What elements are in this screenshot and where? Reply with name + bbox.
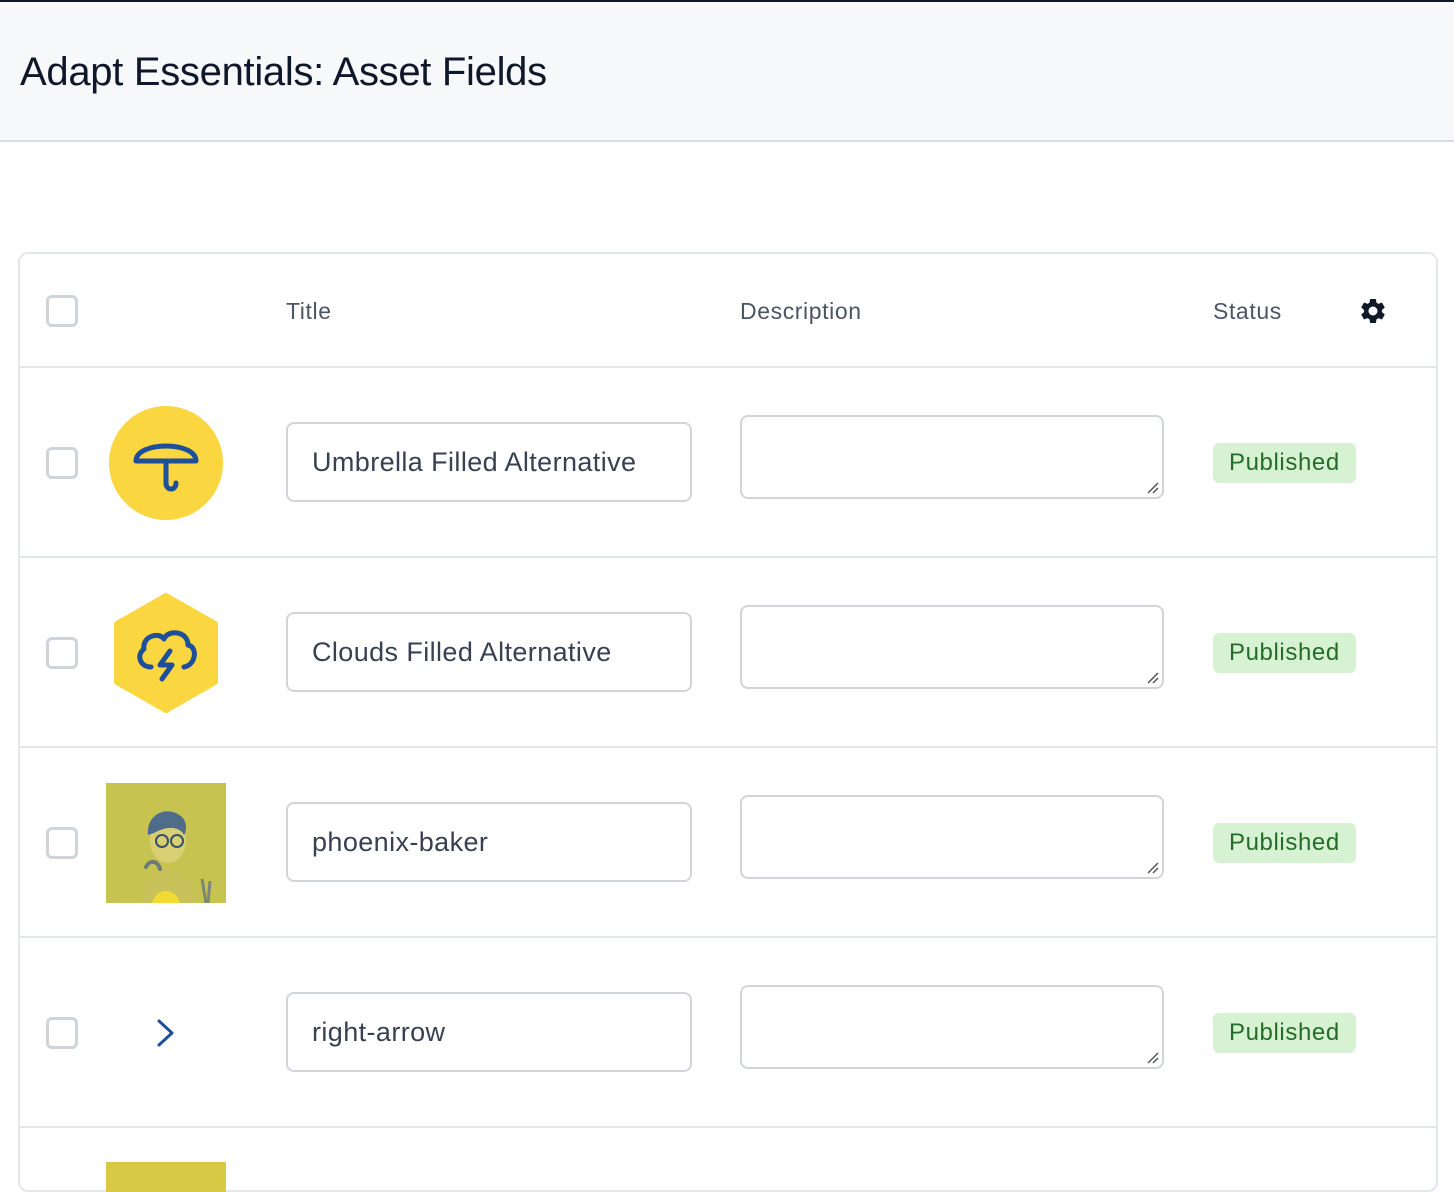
status-badge: Published [1213,443,1356,483]
assets-table: Title Description Status Published [18,252,1438,1192]
table-row: Published [20,938,1436,1128]
table-row: Published [20,368,1436,558]
row-checkbox[interactable] [46,637,78,669]
title-input[interactable] [286,802,692,882]
title-input[interactable] [286,422,692,502]
resize-handle-icon[interactable] [1145,670,1159,684]
gear-icon[interactable] [1358,296,1388,326]
table-row: Published [20,748,1436,938]
chevron-right-icon [157,1019,174,1047]
column-header-description: Description [740,298,862,324]
umbrella-icon [109,406,223,520]
column-header-status: Status [1213,298,1282,324]
thumbnail-partial [106,1162,226,1192]
status-badge: Published [1213,633,1356,673]
title-input[interactable] [286,612,692,692]
row-checkbox[interactable] [46,1017,78,1049]
page-header: Adapt Essentials: Asset Fields [0,2,1454,142]
table-header-row: Title Description Status [20,254,1436,368]
description-textarea[interactable] [740,415,1164,499]
row-checkbox[interactable] [46,447,78,479]
description-textarea[interactable] [740,605,1164,689]
cloud-lightning-icon [114,593,218,713]
description-textarea[interactable] [740,985,1164,1069]
description-textarea[interactable] [740,795,1164,879]
resize-handle-icon[interactable] [1145,480,1159,494]
select-all-checkbox[interactable] [46,295,78,327]
table-row [20,1128,1436,1192]
table-row: Published [20,558,1436,748]
page-title: Adapt Essentials: Asset Fields [20,50,547,94]
status-badge: Published [1213,1013,1356,1053]
title-input[interactable] [286,992,692,1072]
column-header-title: Title [286,298,332,324]
row-checkbox[interactable] [46,827,78,859]
status-badge: Published [1213,823,1356,863]
resize-handle-icon[interactable] [1145,860,1159,874]
portrait-photo [106,783,226,903]
resize-handle-icon[interactable] [1145,1050,1159,1064]
